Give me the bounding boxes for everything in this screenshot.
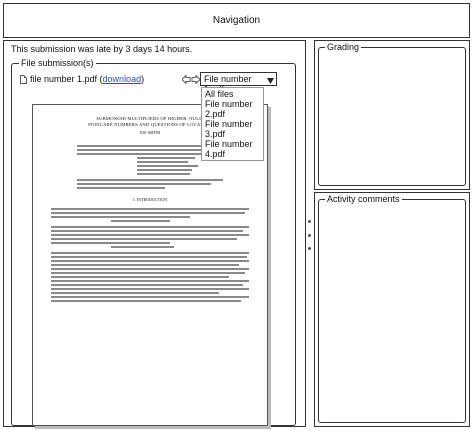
file-row: file number 1.pdf (download) (20, 74, 144, 84)
file-submissions-legend: File submission(s) (19, 58, 96, 68)
activity-comments-panel: Activity comments (314, 192, 470, 427)
previous-file-icon[interactable] (182, 75, 191, 84)
file-submissions-fieldset: File submission(s) file number 1.pdf (do… (11, 58, 296, 426)
dropdown-option[interactable]: File number 2.pdf (205, 99, 260, 119)
dropdown-option[interactable]: File number 3.pdf (205, 119, 260, 139)
grading-panel: Grading (314, 40, 470, 190)
submission-panel: This submission was late by 3 days 14 ho… (3, 40, 306, 427)
grading-fieldset: Grading (318, 42, 466, 186)
document-section-heading: 1. INTRODUCTION (132, 197, 168, 202)
grading-legend: Grading (325, 42, 362, 52)
late-submission-notice: This submission was late by 3 days 14 ho… (11, 44, 193, 54)
dropdown-option[interactable]: File number 4.pdf (205, 139, 260, 159)
download-link[interactable]: download (103, 74, 142, 84)
activity-comments-legend: Activity comments (325, 194, 402, 204)
activity-comments-fieldset: Activity comments (318, 194, 466, 423)
panel-resize-handle[interactable] (306, 220, 312, 250)
navigation-bar: Navigation (3, 3, 470, 38)
pdf-file-icon (20, 74, 27, 84)
file-nav-arrows[interactable] (182, 75, 200, 84)
file-select-dropdown: All files File number 2.pdf File number … (201, 87, 264, 161)
dropdown-option[interactable]: All files (205, 89, 260, 99)
file-select[interactable]: File number 1.pdf (200, 72, 277, 94)
navigation-label: Navigation (212, 15, 261, 26)
file-name: file number 1.pdf (30, 74, 98, 84)
next-file-icon[interactable] (191, 75, 200, 84)
chevron-down-icon[interactable] (267, 76, 274, 86)
document-body (51, 208, 249, 302)
